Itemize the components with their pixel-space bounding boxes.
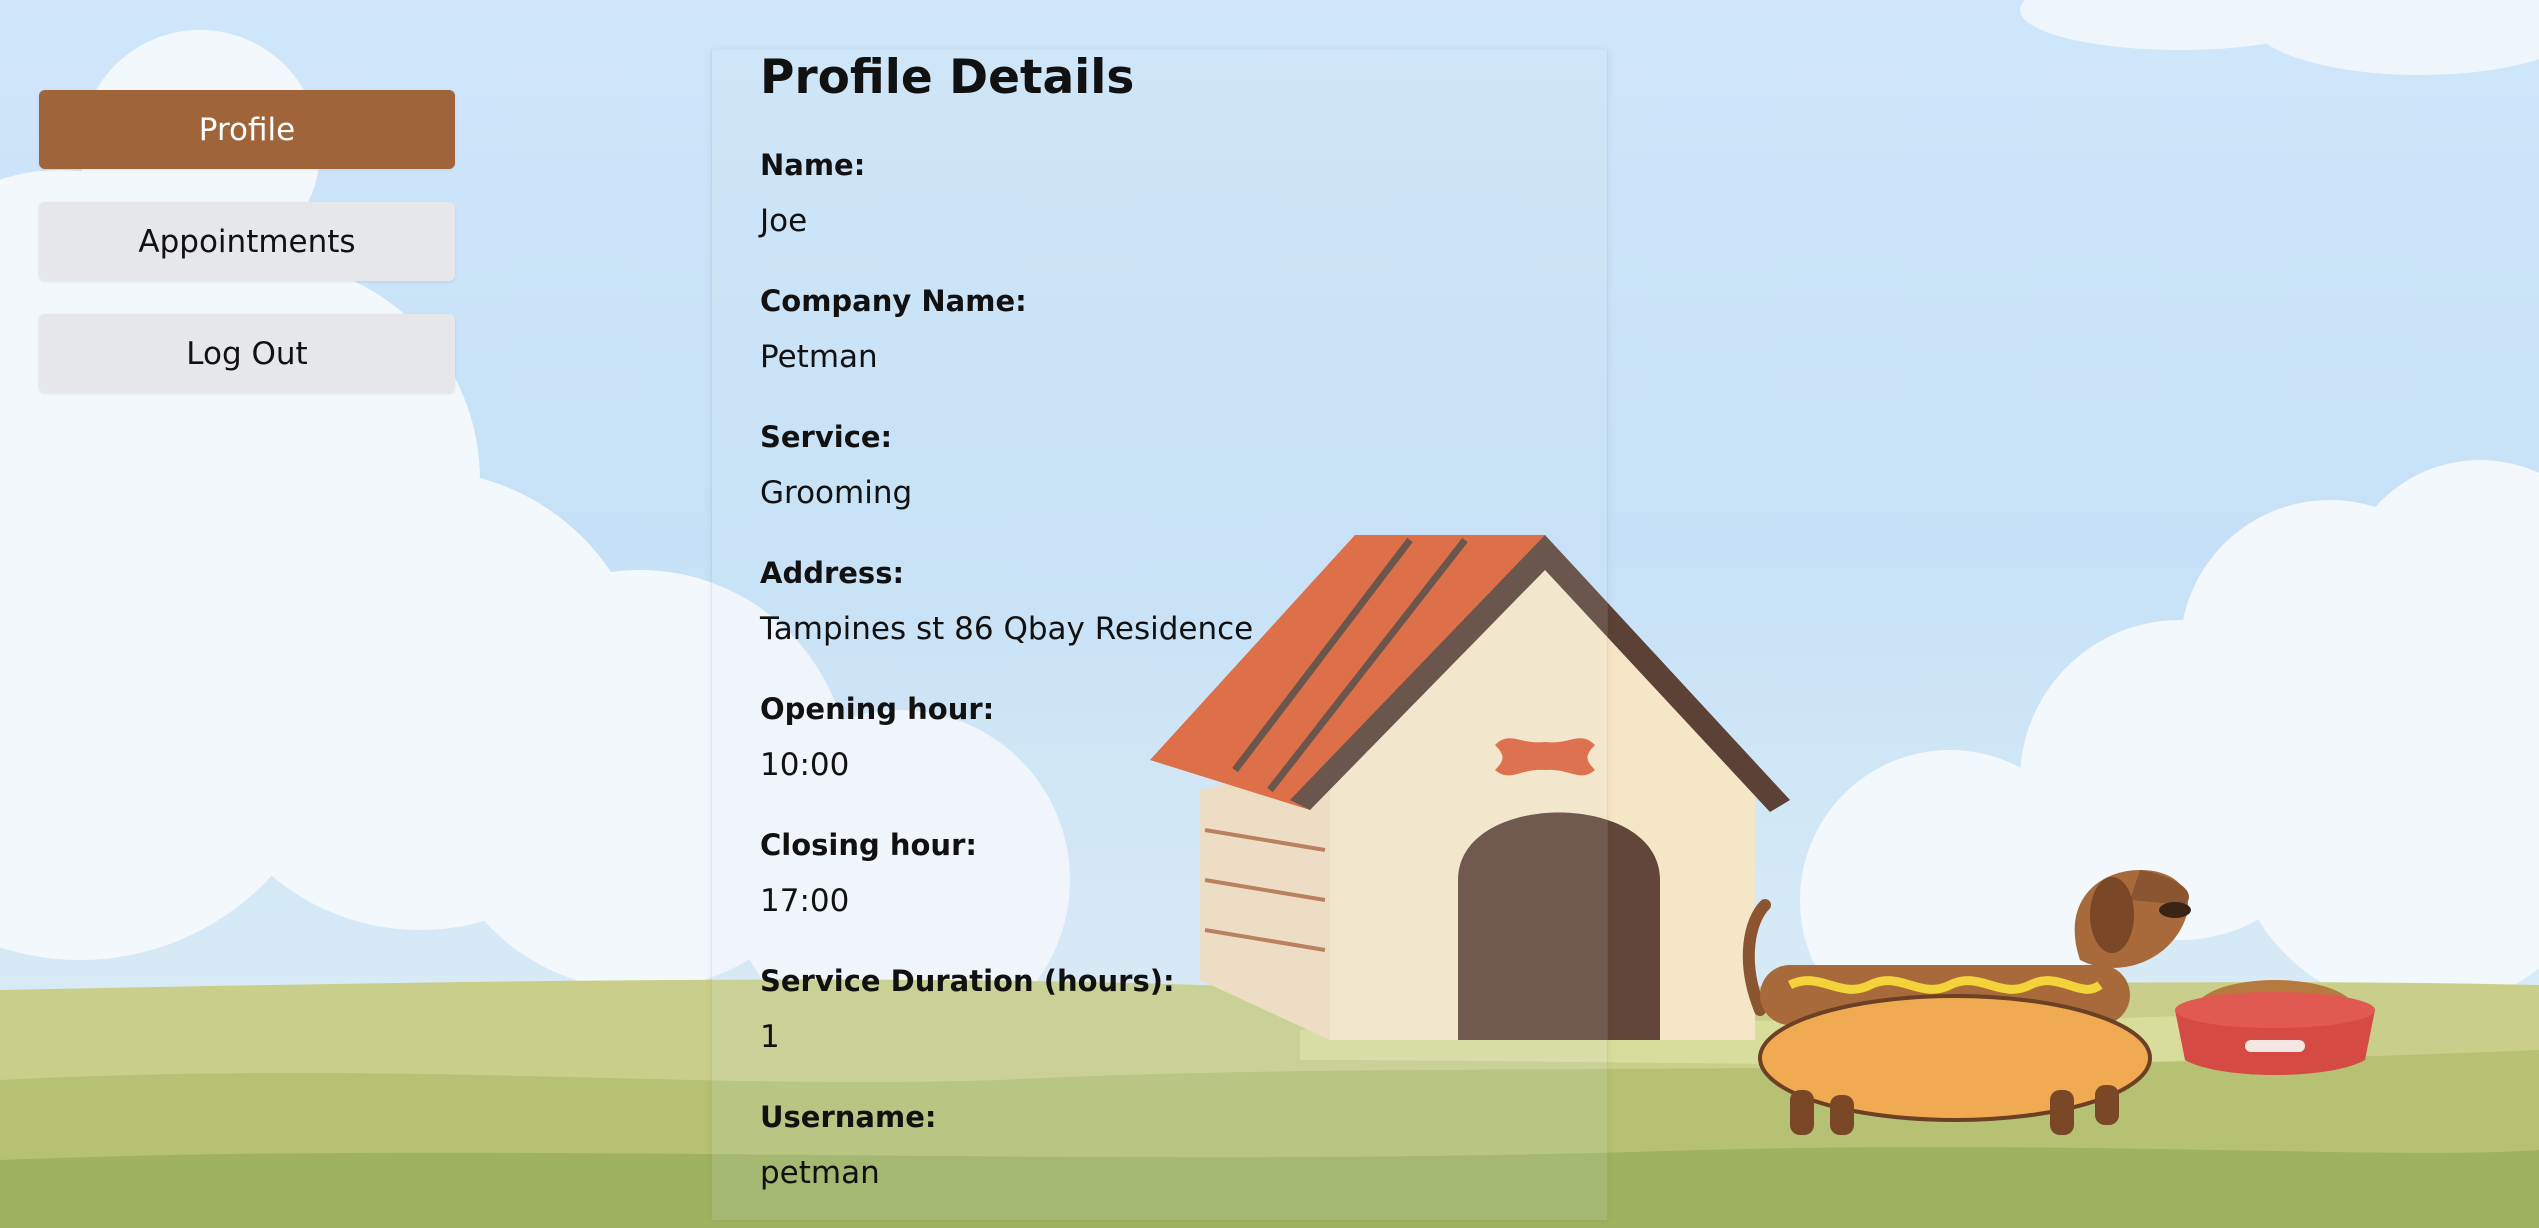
cloud-top-right	[2020, 0, 2539, 75]
field-username: Username: petman	[760, 1097, 936, 1193]
field-value: 10:00	[760, 747, 850, 783]
field-name: Name: Joe	[760, 145, 865, 241]
page-title: Profile Details	[760, 50, 1135, 105]
cloud-right	[1800, 460, 2539, 1050]
field-value: 17:00	[760, 883, 850, 919]
field-label: Username:	[760, 1100, 937, 1134]
field-value: Joe	[760, 203, 808, 239]
field-opening-hour: Opening hour: 10:00	[760, 689, 994, 785]
field-company-name: Company Name: Petman	[760, 281, 1027, 377]
field-value: Petman	[760, 339, 878, 375]
profile-details-panel: Profile Details Name: Joe Company Name: …	[711, 50, 1608, 1220]
field-address: Address: Tampines st 86 Qbay Residence	[760, 553, 1253, 649]
field-label: Closing hour:	[760, 828, 977, 862]
field-label: Name:	[760, 148, 866, 182]
field-service: Service: Grooming	[760, 417, 912, 513]
field-value: 1	[760, 1019, 780, 1055]
field-label: Opening hour:	[760, 692, 995, 726]
appointments-nav-button[interactable]: Appointments	[39, 202, 455, 281]
field-label: Service Duration (hours):	[760, 964, 1175, 998]
logout-nav-button[interactable]: Log Out	[39, 314, 455, 393]
field-value: Tampines st 86 Qbay Residence	[760, 611, 1254, 647]
field-value: Grooming	[760, 475, 913, 511]
field-service-duration: Service Duration (hours): 1	[760, 961, 1175, 1057]
field-label: Service:	[760, 420, 893, 454]
field-label: Address:	[760, 556, 905, 590]
sidebar-nav: Profile Appointments Log Out	[39, 90, 455, 426]
profile-nav-button[interactable]: Profile	[39, 90, 455, 169]
field-label: Company Name:	[760, 284, 1027, 318]
field-value: petman	[760, 1155, 880, 1191]
field-closing-hour: Closing hour: 17:00	[760, 825, 977, 921]
